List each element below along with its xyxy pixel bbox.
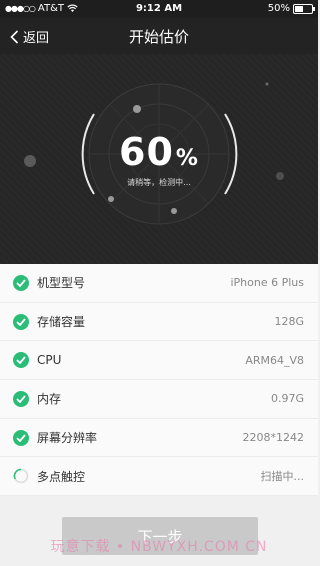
item-label: 存储容量 bbox=[37, 315, 86, 330]
check-circle-icon bbox=[13, 313, 29, 330]
progress-unit: % bbox=[175, 146, 199, 171]
check-list-item: 多点触控 扫描中... bbox=[0, 457, 318, 497]
item-value: 2208*1242 bbox=[242, 431, 305, 445]
page-title: 开始估价 bbox=[128, 28, 189, 46]
check-list-item: 屏幕分辨率 2208*1242 bbox=[0, 419, 318, 458]
check-circle-icon bbox=[13, 352, 29, 369]
battery-area: 50% bbox=[267, 3, 315, 14]
item-value: 0.97G bbox=[270, 392, 304, 406]
item-value: 扫描中... bbox=[260, 470, 305, 484]
radar-dot bbox=[171, 208, 177, 214]
item-label: 多点触控 bbox=[37, 469, 86, 484]
item-label: 屏幕分辨率 bbox=[37, 431, 98, 446]
nav-bar: 返回 开始估价 bbox=[0, 18, 318, 54]
check-circle-icon bbox=[13, 390, 29, 407]
check-circle-icon bbox=[13, 429, 29, 446]
floating-dot bbox=[265, 82, 269, 86]
check-list-item: 存储容量 128G bbox=[0, 303, 318, 342]
scan-status-text: 请稍等，检测中... bbox=[127, 178, 191, 187]
item-label: 机型型号 bbox=[37, 276, 86, 291]
battery-icon bbox=[293, 3, 315, 14]
item-value: iPhone 6 Plus bbox=[230, 276, 304, 290]
battery-percent: 50% bbox=[267, 3, 290, 14]
radar-dot bbox=[133, 105, 141, 113]
check-list-item: 机型型号 iPhone 6 Plus bbox=[0, 264, 318, 303]
status-bar: ●●●○○ AT&T 9:12 AM 50% bbox=[0, 0, 318, 18]
check-circle-icon bbox=[13, 274, 29, 291]
check-list: 机型型号 iPhone 6 Plus 存储容量 128G CPU ARM64_V8 内存 0.… bbox=[0, 264, 318, 497]
check-list-item: 内存 0.97G bbox=[0, 380, 318, 419]
progress-value: 60 bbox=[119, 130, 174, 174]
watermark: 玩意下载 • NBWYXH.COM CN bbox=[50, 539, 268, 555]
check-list-item: CPU ARM64_V8 bbox=[0, 341, 318, 381]
radar-dot bbox=[108, 196, 114, 202]
item-label: 内存 bbox=[37, 392, 62, 407]
item-label: CPU bbox=[37, 353, 62, 368]
item-value: 128G bbox=[274, 315, 304, 329]
item-value: ARM64_V8 bbox=[245, 353, 304, 367]
scan-panel: 60% 请稍等，检测中... bbox=[0, 54, 318, 264]
progress-percent: 60% bbox=[0, 130, 318, 174]
loading-spinner-icon bbox=[13, 468, 29, 484]
